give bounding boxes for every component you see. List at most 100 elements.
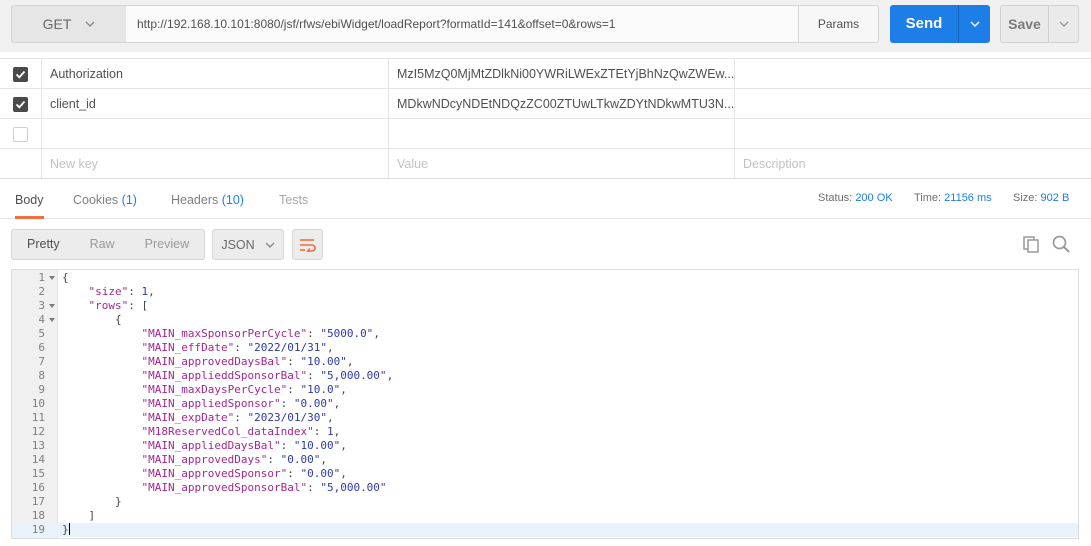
code-text: "MAIN_appliedDaysBal": "10.00", — [142, 439, 347, 453]
code-line: 13 "MAIN_appliedDaysBal": "10.00", — [12, 439, 1078, 453]
code-token: "0.00" — [293, 397, 334, 410]
code-token: "MAIN_maxDaysPerCycle" — [141, 383, 288, 396]
header-checkbox[interactable] — [13, 66, 28, 82]
chevron-down-icon — [85, 21, 95, 27]
code-token: : — [307, 369, 321, 382]
code-token: "MAIN_expDate" — [141, 411, 235, 424]
code-text: } — [62, 523, 70, 537]
tab-tests[interactable]: Tests — [279, 179, 308, 219]
url-input[interactable]: http://192.168.10.101:8080/jsf/rfws/ebiW… — [126, 5, 799, 43]
code-token: : — [307, 481, 321, 494]
search-button[interactable] — [1050, 233, 1072, 255]
fold-toggle-icon[interactable] — [49, 304, 55, 308]
format-label: JSON — [221, 237, 255, 252]
code-line: 6 "MAIN_effDate": "2022/01/31", — [12, 341, 1078, 355]
line-number: 2 — [38, 285, 45, 298]
code-line: 8 "MAIN_applieddSponsorBal": "5,000.00", — [12, 369, 1078, 383]
header-description[interactable] — [734, 89, 1091, 119]
code-token: 1 — [326, 425, 334, 438]
line-number: 17 — [31, 495, 45, 508]
code-token: "2022/01/31" — [247, 341, 327, 354]
code-token: , — [373, 327, 380, 340]
time-value: 21156 ms — [944, 192, 992, 204]
code-token: , — [320, 453, 327, 466]
tab-label: Body — [15, 193, 44, 207]
chevron-down-icon — [265, 242, 275, 248]
response-tabs: Body Cookies (1) Headers (10) Tests Stat… — [0, 178, 1091, 219]
code-token: : — [128, 285, 142, 298]
code-line: 9 "MAIN_maxDaysPerCycle": "10.0", — [12, 383, 1078, 397]
header-description[interactable] — [734, 119, 1091, 149]
tab-count: (10) — [221, 193, 244, 207]
code-line: 5 "MAIN_maxSponsorPerCycle": "5000.0", — [12, 327, 1078, 341]
code-token: : — [280, 397, 294, 410]
code-line: 19} — [12, 523, 1078, 537]
tab-body[interactable]: Body — [15, 179, 44, 219]
code-token: "0.00" — [300, 467, 341, 480]
code-line: 17} — [12, 495, 1078, 509]
code-text: { — [62, 271, 69, 285]
code-token: ] — [88, 509, 96, 522]
header-description[interactable] — [734, 59, 1091, 89]
response-body-editor[interactable]: 1{2 "size": 1, 3 "rows": [4{5 "MAIN_maxSpons… — [11, 269, 1079, 539]
code-token: "MAIN_approvedSponsorBal" — [141, 481, 308, 494]
tab-headers[interactable]: Headers (10) — [171, 179, 244, 219]
fold-toggle-icon[interactable] — [49, 276, 55, 280]
header-key[interactable]: client_id — [41, 89, 388, 119]
code-token: , — [333, 425, 341, 438]
code-token: : — [234, 411, 248, 424]
header-value[interactable]: MzI5MzQ0MjMtZDlkNi00YWRiLWExZTEtYjBhNzQw… — [388, 59, 734, 89]
header-row-checkbox-cell[interactable] — [0, 119, 41, 149]
send-dropdown-button[interactable] — [958, 5, 990, 43]
code-text: ] — [89, 509, 96, 523]
code-token: : — [267, 453, 281, 466]
header-key[interactable] — [41, 119, 388, 149]
code-line: 15 "MAIN_approvedSponsor": "0.00", — [12, 467, 1078, 481]
raw-button[interactable]: Raw — [75, 230, 130, 259]
chevron-down-icon — [969, 21, 980, 28]
code-line: 16 "MAIN_approvedSponsorBal": "5,000.00" — [12, 481, 1078, 495]
pretty-button[interactable]: Pretty — [12, 230, 75, 259]
header-value[interactable]: MDkwNDcyNDEtNDQzZC00ZTUwLTkwZDYtNDkwMTU3… — [388, 89, 734, 119]
wrap-lines-button[interactable] — [292, 229, 323, 260]
send-button[interactable]: Send — [890, 5, 958, 43]
header-row-checkbox-cell[interactable] — [0, 59, 41, 89]
fold-toggle-icon[interactable] — [49, 318, 55, 322]
code-token: } — [62, 523, 69, 536]
code-token: { — [115, 313, 122, 326]
code-text: "MAIN_approvedDays": "0.00", — [142, 453, 327, 467]
checkmark-icon — [15, 70, 26, 79]
params-button[interactable]: Params — [798, 5, 879, 43]
header-key[interactable]: Authorization — [41, 59, 388, 89]
save-button[interactable]: Save — [1000, 5, 1049, 43]
header-checkbox[interactable] — [13, 96, 28, 112]
preview-button[interactable]: Preview — [130, 230, 204, 259]
new-description-input[interactable]: Description — [734, 149, 1091, 179]
save-dropdown-button[interactable] — [1048, 5, 1079, 43]
code-token: : — [280, 439, 294, 452]
header-row-checkbox-cell[interactable] — [0, 89, 41, 119]
new-value-input[interactable]: Value — [388, 149, 734, 179]
new-header-row: New key Value Description — [0, 149, 1091, 179]
code-token: , — [340, 383, 347, 396]
status-label: Status: — [818, 192, 853, 204]
line-number: 13 — [31, 439, 45, 452]
code-text: "MAIN_expDate": "2023/01/30", — [142, 411, 334, 425]
method-select[interactable]: GET — [11, 5, 127, 43]
status-value: 200 OK — [855, 192, 893, 204]
line-number: 5 — [38, 327, 45, 340]
text-cursor — [68, 523, 70, 535]
code-line: 12 "M18ReservedCol_dataIndex": 1, — [12, 425, 1078, 439]
code-token: "0.00" — [280, 453, 321, 466]
format-select[interactable]: JSON — [212, 229, 284, 260]
header-value[interactable] — [388, 119, 734, 149]
code-token: : [ — [128, 299, 149, 312]
code-text: "MAIN_approvedSponsorBal": "5,000.00" — [142, 481, 387, 495]
new-key-input[interactable]: New key — [41, 149, 388, 179]
copy-button[interactable] — [1020, 233, 1042, 255]
code-token: "rows" — [88, 299, 129, 312]
header-checkbox[interactable] — [13, 126, 28, 142]
tab-label: Headers — [171, 193, 219, 207]
code-text: "MAIN_appliedSponsor": "0.00", — [142, 397, 341, 411]
tab-cookies[interactable]: Cookies (1) — [73, 179, 137, 219]
